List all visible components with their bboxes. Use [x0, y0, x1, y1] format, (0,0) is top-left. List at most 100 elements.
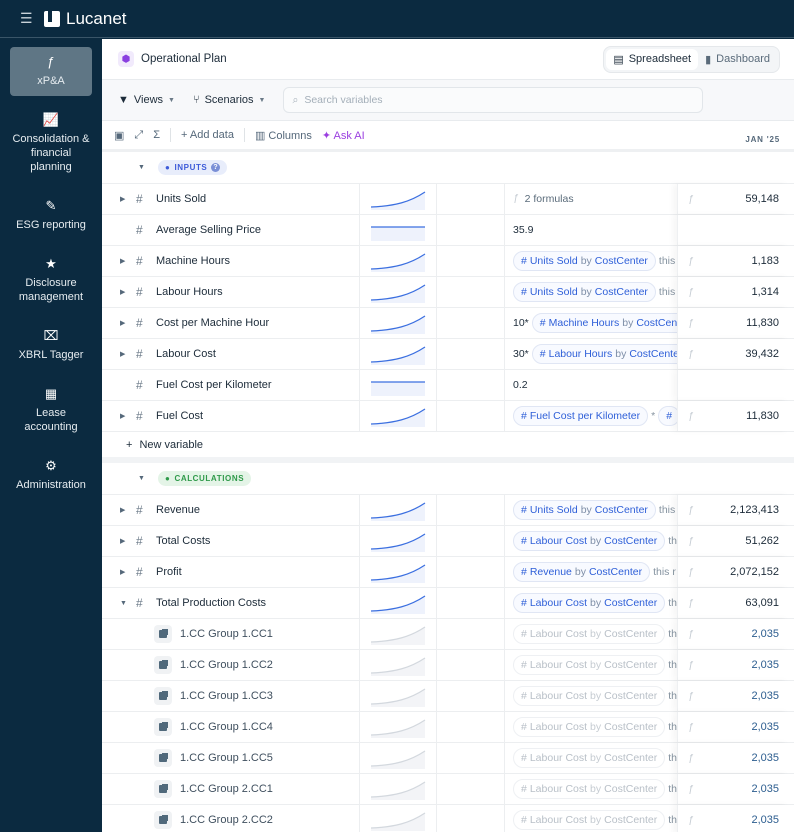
variable-name-cell[interactable]: ▶ # Labour Hours	[102, 277, 360, 307]
add-data-button[interactable]: + Add data	[181, 129, 234, 141]
sidebar-item-disclosure-management[interactable]: ★ Disclosure management	[10, 249, 92, 312]
formula-cell[interactable]: # Labour Cost by CostCenter th	[505, 681, 677, 711]
variable-reference-pill[interactable]: # Revenue by CostCenter	[513, 562, 651, 582]
formula-cell[interactable]: 10*#Machine HoursbyCostCenter	[505, 308, 677, 338]
variable-reference-pill[interactable]: # Labour Cost by CostCenter	[513, 686, 666, 706]
formula-cell[interactable]: # Units Sold by CostCenter this	[505, 246, 677, 276]
ask-ai-button[interactable]: ✦ Ask AI	[322, 129, 365, 142]
value-cell-jan-25[interactable]: ƒ 1,183	[677, 246, 789, 276]
variable-name-cell[interactable]: ▶ # Profit	[102, 557, 360, 587]
variable-reference-pill[interactable]: # Labour Cost by CostCenter	[513, 624, 666, 644]
table-row[interactable]: ▶ # Profit # Revenue by CostCenter this r ƒ 2,072…	[102, 557, 794, 588]
table-row[interactable]: ▶ # Units Sold ƒ 2 formulas ƒ 59,148	[102, 184, 794, 215]
collapse-caret-icon[interactable]: ▼	[138, 164, 148, 171]
formula-count[interactable]: ƒ 2 formulas	[513, 193, 574, 205]
chevron-right-icon[interactable]: ▶	[120, 537, 130, 545]
value-cell-jan-25[interactable]	[677, 370, 789, 400]
table-row[interactable]: # Average Selling Price 35.9	[102, 215, 794, 246]
formula-cell[interactable]: # Units Sold by CostCenter this	[505, 495, 677, 525]
variable-name-cell[interactable]: ▶ # Cost per Machine Hour	[102, 308, 360, 338]
variable-reference-pill[interactable]: # Labour Cost by CostCenter	[513, 593, 666, 613]
variable-name-cell[interactable]: 1.CC Group 1.CC2	[102, 650, 360, 680]
formula-cell[interactable]: # Fuel Cost per Kilometer * #	[505, 401, 677, 431]
formula-cell[interactable]: # Units Sold by CostCenter this	[505, 277, 677, 307]
chevron-right-icon[interactable]: ▶	[120, 506, 130, 514]
value-cell-jan-25[interactable]: ƒ 2,035	[677, 774, 789, 804]
variable-name-cell[interactable]: # Average Selling Price	[102, 215, 360, 245]
variable-reference-pill[interactable]: #	[658, 406, 677, 426]
variable-reference-pill[interactable]: # Labour Cost by CostCenter	[513, 531, 666, 551]
help-icon[interactable]: ?	[211, 163, 221, 172]
variable-name-cell[interactable]: ▶ # Units Sold	[102, 184, 360, 214]
table-row[interactable]: 1.CC Group 1.CC2 # Labour Cost by CostCenter…	[102, 650, 794, 681]
variable-name-cell[interactable]: # Fuel Cost per Kilometer	[102, 370, 360, 400]
formula-cell[interactable]: # Labour Cost by CostCenter th	[505, 526, 677, 556]
lucanet-logo[interactable]: Lucanet	[44, 9, 127, 29]
table-row[interactable]: # Fuel Cost per Kilometer 0.2	[102, 370, 794, 401]
tab-spreadsheet[interactable]: ▤ Spreadsheet	[606, 48, 699, 70]
chevron-right-icon[interactable]: ▶	[120, 319, 130, 327]
sidebar-item-consolidation-financial-planning[interactable]: 📈 Consolidation & financial planning	[10, 105, 92, 182]
formula-cell[interactable]: 35.9	[505, 215, 677, 245]
tab-dashboard[interactable]: ▮ Dashboard	[698, 49, 777, 70]
variable-name-cell[interactable]: ▼ # Total Production Costs	[102, 588, 360, 618]
table-row[interactable]: 1.CC Group 2.CC1 # Labour Cost by CostCenter…	[102, 774, 794, 805]
formula-cell[interactable]: # Labour Cost by CostCenter th	[505, 712, 677, 742]
views-dropdown[interactable]: ▼ Views ▼	[118, 94, 175, 106]
value-cell-jan-25[interactable]	[677, 215, 789, 245]
value-cell-jan-25[interactable]: ƒ 1,314	[677, 277, 789, 307]
chevron-right-icon[interactable]: ▶	[120, 257, 130, 265]
table-row[interactable]: 1.CC Group 1.CC4 # Labour Cost by CostCenter…	[102, 712, 794, 743]
table-row[interactable]: 1.CC Group 1.CC5 # Labour Cost by CostCenter…	[102, 743, 794, 774]
variable-name-cell[interactable]: ▶ # Revenue	[102, 495, 360, 525]
value-cell-jan-25[interactable]: ƒ 2,035	[677, 712, 789, 742]
chevron-right-icon[interactable]: ▶	[120, 568, 130, 576]
chevron-right-icon[interactable]: ▶	[120, 412, 130, 420]
variable-name-cell[interactable]: ▶ # Total Costs	[102, 526, 360, 556]
table-row[interactable]: ▶ # Labour Hours # Units Sold by CostCenter thi…	[102, 277, 794, 308]
variable-reference-pill[interactable]: # Labour Cost by CostCenter	[513, 717, 666, 737]
variable-reference-pill[interactable]: # Labour Cost by CostCenter	[513, 655, 666, 675]
table-row[interactable]: 1.CC Group 1.CC3 # Labour Cost by CostCenter…	[102, 681, 794, 712]
variable-name-cell[interactable]: 1.CC Group 2.CC1	[102, 774, 360, 804]
variable-reference-pill[interactable]: # Units Sold by CostCenter	[513, 282, 656, 302]
value-cell-jan-25[interactable]: ƒ 2,035	[677, 743, 789, 773]
chevron-right-icon[interactable]: ▶	[120, 195, 130, 203]
formula-cell[interactable]: # Labour Cost by CostCenter th	[505, 805, 677, 832]
formula-cell[interactable]: # Revenue by CostCenter this r	[505, 557, 677, 587]
search-input[interactable]	[304, 94, 685, 106]
sidebar-item-administration[interactable]: ⚙ Administration	[10, 451, 92, 500]
formula-cell[interactable]: # Labour Cost by CostCenter th	[505, 774, 677, 804]
variable-name-cell[interactable]: 1.CC Group 1.CC3	[102, 681, 360, 711]
table-row[interactable]: 1.CC Group 2.CC2 # Labour Cost by CostCenter…	[102, 805, 794, 832]
table-row[interactable]: ▶ # Fuel Cost # Fuel Cost per Kilometer * # ƒ 11…	[102, 401, 794, 432]
collapse-caret-icon[interactable]: ▼	[138, 475, 148, 482]
value-cell-jan-25[interactable]: ƒ 59,148	[677, 184, 789, 214]
variable-reference-pill[interactable]: # Units Sold by CostCenter	[513, 500, 656, 520]
value-cell-jan-25[interactable]: ƒ 2,035	[677, 619, 789, 649]
variable-reference-pill[interactable]: #Labour HoursbyCostCenter	[531, 344, 677, 364]
new-variable-button[interactable]: + New variable	[102, 432, 794, 463]
variable-name-cell[interactable]: 1.CC Group 1.CC4	[102, 712, 360, 742]
variable-name-cell[interactable]: ▶ # Labour Cost	[102, 339, 360, 369]
variable-name-cell[interactable]: ▶ # Fuel Cost	[102, 401, 360, 431]
formula-cell[interactable]: ƒ 2 formulas	[505, 184, 677, 214]
value-cell-jan-25[interactable]: ƒ 2,035	[677, 681, 789, 711]
formula-cell[interactable]: # Labour Cost by CostCenter th	[505, 743, 677, 773]
variable-name-cell[interactable]: ▶ # Machine Hours	[102, 246, 360, 276]
variable-name-cell[interactable]: 1.CC Group 1.CC5	[102, 743, 360, 773]
formula-cell[interactable]: 30*#Labour HoursbyCostCenter	[505, 339, 677, 369]
formula-cell[interactable]: # Labour Cost by CostCenter th	[505, 588, 677, 618]
expand-icon[interactable]: ⤢	[134, 129, 143, 142]
sidebar-item-esg-reporting[interactable]: ✎ ESG reporting	[10, 191, 92, 240]
formula-cell[interactable]: # Labour Cost by CostCenter th	[505, 619, 677, 649]
formula-cell[interactable]: 0.2	[505, 370, 677, 400]
scenarios-dropdown[interactable]: ⑂ Scenarios ▼	[193, 94, 265, 106]
value-cell-jan-25[interactable]: ƒ 39,432	[677, 339, 789, 369]
value-cell-jan-25[interactable]: ƒ 2,123,413	[677, 495, 789, 525]
variable-reference-pill[interactable]: # Labour Cost by CostCenter	[513, 779, 666, 799]
table-row[interactable]: ▶ # Cost per Machine Hour 10* # Machine Hours…	[102, 308, 794, 339]
chevron-right-icon[interactable]: ▶	[120, 350, 130, 358]
sidebar-item-xbrl-tagger[interactable]: ⌧ XBRL Tagger	[10, 321, 92, 370]
value-cell-jan-25[interactable]: ƒ 11,830	[677, 401, 789, 431]
